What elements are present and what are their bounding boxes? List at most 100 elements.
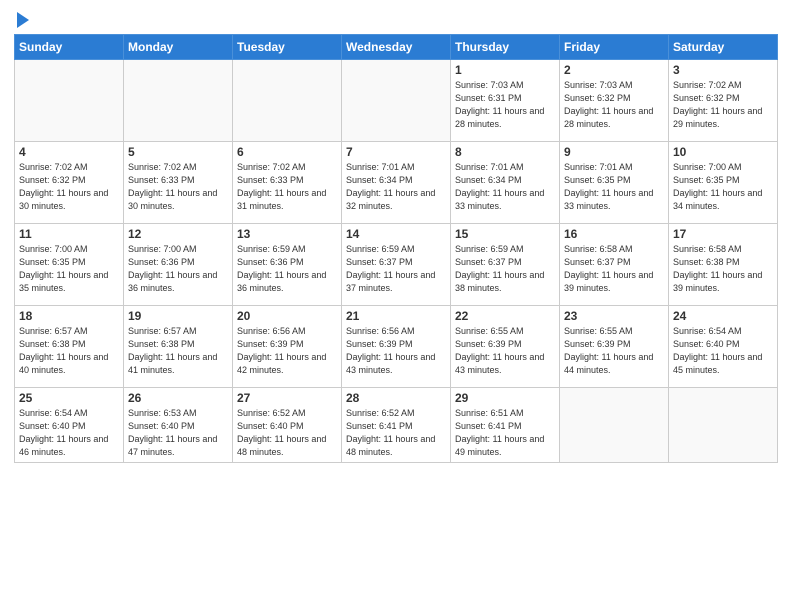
day-info: Sunrise: 7:03 AM Sunset: 6:31 PM Dayligh… (455, 79, 555, 131)
calendar-cell: 23 Sunrise: 6:55 AM Sunset: 6:39 PM Dayli… (560, 306, 669, 388)
calendar-cell: 24 Sunrise: 6:54 AM Sunset: 6:40 PM Dayli… (669, 306, 778, 388)
calendar-cell: 11 Sunrise: 7:00 AM Sunset: 6:35 PM Dayli… (15, 224, 124, 306)
day-number: 24 (673, 309, 773, 323)
calendar-cell: 19 Sunrise: 6:57 AM Sunset: 6:38 PM Dayli… (124, 306, 233, 388)
calendar-cell (669, 388, 778, 463)
day-number: 15 (455, 227, 555, 241)
calendar-cell: 13 Sunrise: 6:59 AM Sunset: 6:36 PM Dayli… (233, 224, 342, 306)
day-number: 10 (673, 145, 773, 159)
page: SundayMondayTuesdayWednesdayThursdayFrid… (0, 0, 792, 471)
calendar-cell: 21 Sunrise: 6:56 AM Sunset: 6:39 PM Dayli… (342, 306, 451, 388)
day-number: 28 (346, 391, 446, 405)
day-number: 25 (19, 391, 119, 405)
day-number: 18 (19, 309, 119, 323)
calendar-cell (15, 60, 124, 142)
day-info: Sunrise: 7:00 AM Sunset: 6:36 PM Dayligh… (128, 243, 228, 295)
day-info: Sunrise: 6:55 AM Sunset: 6:39 PM Dayligh… (564, 325, 664, 377)
logo-arrow-icon (17, 12, 29, 28)
day-info: Sunrise: 7:01 AM Sunset: 6:35 PM Dayligh… (564, 161, 664, 213)
calendar-cell: 25 Sunrise: 6:54 AM Sunset: 6:40 PM Dayli… (15, 388, 124, 463)
day-info: Sunrise: 6:56 AM Sunset: 6:39 PM Dayligh… (346, 325, 446, 377)
calendar-cell: 8 Sunrise: 7:01 AM Sunset: 6:34 PM Daylig… (451, 142, 560, 224)
weekday-saturday: Saturday (669, 35, 778, 60)
day-info: Sunrise: 6:57 AM Sunset: 6:38 PM Dayligh… (128, 325, 228, 377)
day-number: 1 (455, 63, 555, 77)
day-info: Sunrise: 6:51 AM Sunset: 6:41 PM Dayligh… (455, 407, 555, 459)
calendar-cell: 29 Sunrise: 6:51 AM Sunset: 6:41 PM Dayli… (451, 388, 560, 463)
calendar-cell (560, 388, 669, 463)
calendar-cell: 9 Sunrise: 7:01 AM Sunset: 6:35 PM Daylig… (560, 142, 669, 224)
day-info: Sunrise: 7:02 AM Sunset: 6:32 PM Dayligh… (673, 79, 773, 131)
day-number: 21 (346, 309, 446, 323)
day-number: 4 (19, 145, 119, 159)
day-number: 6 (237, 145, 337, 159)
weekday-friday: Friday (560, 35, 669, 60)
day-number: 2 (564, 63, 664, 77)
calendar-table: SundayMondayTuesdayWednesdayThursdayFrid… (14, 34, 778, 463)
day-number: 27 (237, 391, 337, 405)
day-info: Sunrise: 6:59 AM Sunset: 6:36 PM Dayligh… (237, 243, 337, 295)
calendar-cell: 10 Sunrise: 7:00 AM Sunset: 6:35 PM Dayli… (669, 142, 778, 224)
calendar-cell: 28 Sunrise: 6:52 AM Sunset: 6:41 PM Dayli… (342, 388, 451, 463)
logo (14, 10, 29, 28)
day-info: Sunrise: 6:54 AM Sunset: 6:40 PM Dayligh… (19, 407, 119, 459)
day-number: 23 (564, 309, 664, 323)
day-info: Sunrise: 7:00 AM Sunset: 6:35 PM Dayligh… (673, 161, 773, 213)
calendar-cell: 12 Sunrise: 7:00 AM Sunset: 6:36 PM Dayli… (124, 224, 233, 306)
day-number: 16 (564, 227, 664, 241)
day-number: 5 (128, 145, 228, 159)
day-number: 17 (673, 227, 773, 241)
day-info: Sunrise: 6:55 AM Sunset: 6:39 PM Dayligh… (455, 325, 555, 377)
calendar-cell: 17 Sunrise: 6:58 AM Sunset: 6:38 PM Dayli… (669, 224, 778, 306)
weekday-monday: Monday (124, 35, 233, 60)
weekday-header-row: SundayMondayTuesdayWednesdayThursdayFrid… (15, 35, 778, 60)
day-number: 29 (455, 391, 555, 405)
day-info: Sunrise: 6:59 AM Sunset: 6:37 PM Dayligh… (346, 243, 446, 295)
day-info: Sunrise: 6:59 AM Sunset: 6:37 PM Dayligh… (455, 243, 555, 295)
weekday-sunday: Sunday (15, 35, 124, 60)
calendar-cell: 2 Sunrise: 7:03 AM Sunset: 6:32 PM Daylig… (560, 60, 669, 142)
day-number: 7 (346, 145, 446, 159)
calendar-cell: 14 Sunrise: 6:59 AM Sunset: 6:37 PM Dayli… (342, 224, 451, 306)
day-info: Sunrise: 6:54 AM Sunset: 6:40 PM Dayligh… (673, 325, 773, 377)
calendar-cell (342, 60, 451, 142)
weekday-thursday: Thursday (451, 35, 560, 60)
calendar-cell (233, 60, 342, 142)
day-number: 12 (128, 227, 228, 241)
calendar-cell: 20 Sunrise: 6:56 AM Sunset: 6:39 PM Dayli… (233, 306, 342, 388)
day-number: 20 (237, 309, 337, 323)
weekday-wednesday: Wednesday (342, 35, 451, 60)
day-number: 13 (237, 227, 337, 241)
day-info: Sunrise: 7:01 AM Sunset: 6:34 PM Dayligh… (346, 161, 446, 213)
day-info: Sunrise: 6:58 AM Sunset: 6:38 PM Dayligh… (673, 243, 773, 295)
day-number: 14 (346, 227, 446, 241)
day-number: 22 (455, 309, 555, 323)
day-info: Sunrise: 7:00 AM Sunset: 6:35 PM Dayligh… (19, 243, 119, 295)
calendar-cell: 3 Sunrise: 7:02 AM Sunset: 6:32 PM Daylig… (669, 60, 778, 142)
day-number: 11 (19, 227, 119, 241)
calendar-cell: 27 Sunrise: 6:52 AM Sunset: 6:40 PM Dayli… (233, 388, 342, 463)
day-info: Sunrise: 7:03 AM Sunset: 6:32 PM Dayligh… (564, 79, 664, 131)
day-number: 19 (128, 309, 228, 323)
calendar-cell: 6 Sunrise: 7:02 AM Sunset: 6:33 PM Daylig… (233, 142, 342, 224)
day-info: Sunrise: 6:56 AM Sunset: 6:39 PM Dayligh… (237, 325, 337, 377)
calendar-cell: 26Sunrise: 6:53 AM Sunset: 6:40 PM Dayli… (124, 388, 233, 463)
calendar-cell: 4 Sunrise: 7:02 AM Sunset: 6:32 PM Daylig… (15, 142, 124, 224)
day-info: Sunrise: 7:02 AM Sunset: 6:33 PM Dayligh… (128, 161, 228, 213)
day-info: Sunrise: 7:02 AM Sunset: 6:32 PM Dayligh… (19, 161, 119, 213)
day-number: 3 (673, 63, 773, 77)
day-info: Sunrise: 6:52 AM Sunset: 6:40 PM Dayligh… (237, 407, 337, 459)
day-info: Sunrise: 6:58 AM Sunset: 6:37 PM Dayligh… (564, 243, 664, 295)
calendar-cell (124, 60, 233, 142)
day-info: Sunrise: 6:52 AM Sunset: 6:41 PM Dayligh… (346, 407, 446, 459)
calendar-cell: 16 Sunrise: 6:58 AM Sunset: 6:37 PM Dayli… (560, 224, 669, 306)
day-number: 26 (128, 391, 228, 405)
day-info: Sunrise: 7:01 AM Sunset: 6:34 PM Dayligh… (455, 161, 555, 213)
day-info: Sunrise: 6:57 AM Sunset: 6:38 PM Dayligh… (19, 325, 119, 377)
calendar-cell: 1 Sunrise: 7:03 AM Sunset: 6:31 PM Daylig… (451, 60, 560, 142)
day-number: 9 (564, 145, 664, 159)
day-number: 8 (455, 145, 555, 159)
calendar-cell: 18 Sunrise: 6:57 AM Sunset: 6:38 PM Dayli… (15, 306, 124, 388)
calendar-cell: 5 Sunrise: 7:02 AM Sunset: 6:33 PM Daylig… (124, 142, 233, 224)
day-info: Sunrise: 7:02 AM Sunset: 6:33 PM Dayligh… (237, 161, 337, 213)
